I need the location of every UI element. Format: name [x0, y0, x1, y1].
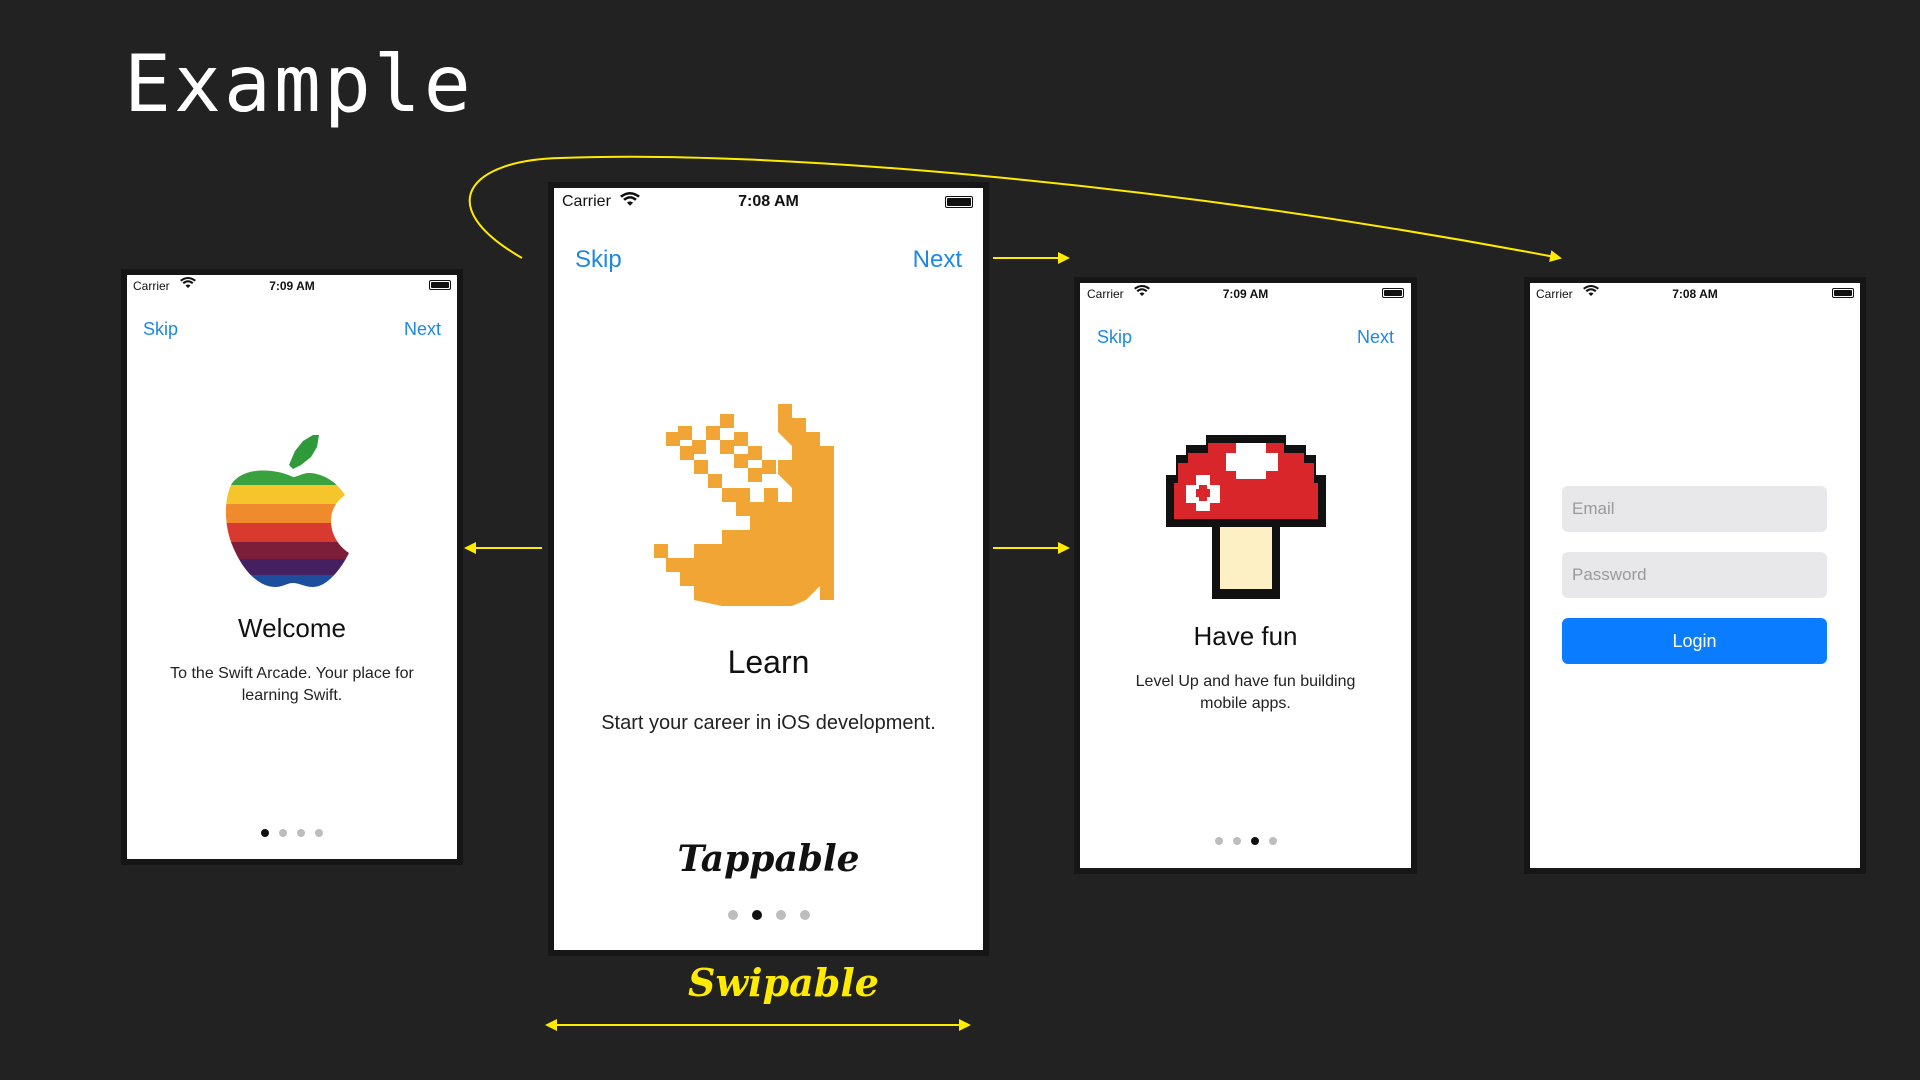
status-bar: Carrier 7:09 AM [127, 275, 457, 301]
page-heading: Have fun [1193, 621, 1298, 651]
swipable-annotation: Swipable [688, 960, 879, 1005]
page-indicator[interactable] [127, 829, 457, 837]
next-button[interactable]: Next [913, 246, 962, 274]
swift-bird-icon [654, 404, 834, 606]
page-heading: Welcome [238, 613, 346, 643]
page-description: Level Up and have fun building mobile ap… [1135, 673, 1356, 713]
page-dot[interactable] [315, 829, 323, 837]
page-dot[interactable] [1250, 837, 1259, 845]
battery-icon [1382, 288, 1404, 298]
phone-welcome: Carrier 7:09 AM Skip Next Welcome To the… [127, 275, 457, 859]
page-dot[interactable] [1232, 837, 1241, 845]
page-dot[interactable] [279, 829, 287, 837]
page-heading: Learn [727, 644, 810, 680]
status-bar: Carrier 7:08 AM [554, 188, 983, 218]
battery-icon [429, 280, 451, 290]
status-time: 7:08 AM [1672, 287, 1718, 301]
rainbow-apple-icon [225, 435, 350, 587]
page-indicator[interactable] [554, 910, 983, 920]
page-description: Start your career in iOS development. [601, 712, 936, 734]
password-field[interactable]: Password [1562, 552, 1827, 598]
status-time: 7:09 AM [1222, 287, 1269, 301]
page-dot[interactable] [727, 910, 738, 920]
next-button[interactable]: Next [404, 319, 441, 340]
next-button[interactable]: Next [1357, 327, 1394, 348]
page-dot[interactable] [261, 829, 269, 837]
skip-button[interactable]: Skip [575, 246, 622, 274]
page-dot[interactable] [1268, 837, 1277, 845]
page-dot[interactable] [775, 910, 786, 920]
status-bar: Carrier 7:09 AM [1080, 283, 1411, 309]
skip-button[interactable]: Skip [1097, 327, 1132, 348]
mushroom-icon [1166, 435, 1326, 599]
page-indicator[interactable] [1080, 837, 1411, 845]
email-field[interactable]: Email [1562, 486, 1827, 532]
page-dot[interactable] [799, 910, 810, 920]
slide-title: Example [124, 40, 474, 130]
page-description: To the Swift Arcade. Your place for lear… [170, 665, 414, 705]
phone-learn: Carrier 7:08 AM Skip Next Learn Start yo… [554, 188, 983, 950]
battery-icon [945, 196, 973, 208]
login-button[interactable]: Login [1562, 618, 1827, 664]
battery-icon [1832, 288, 1854, 298]
page-dot[interactable] [1214, 837, 1223, 845]
skip-button[interactable]: Skip [143, 319, 178, 340]
status-time: 7:09 AM [269, 279, 315, 293]
phone-have-fun: Carrier 7:09 AM Skip Next Have fun Level… [1080, 283, 1411, 868]
tappable-annotation: Tappable [677, 838, 860, 880]
status-time: 7:08 AM [738, 193, 799, 210]
page-dot[interactable] [751, 910, 762, 920]
phone-login: Carrier 7:08 AM Email Password Login [1530, 283, 1860, 868]
status-bar: Carrier 7:08 AM [1530, 283, 1860, 309]
page-dot[interactable] [297, 829, 305, 837]
